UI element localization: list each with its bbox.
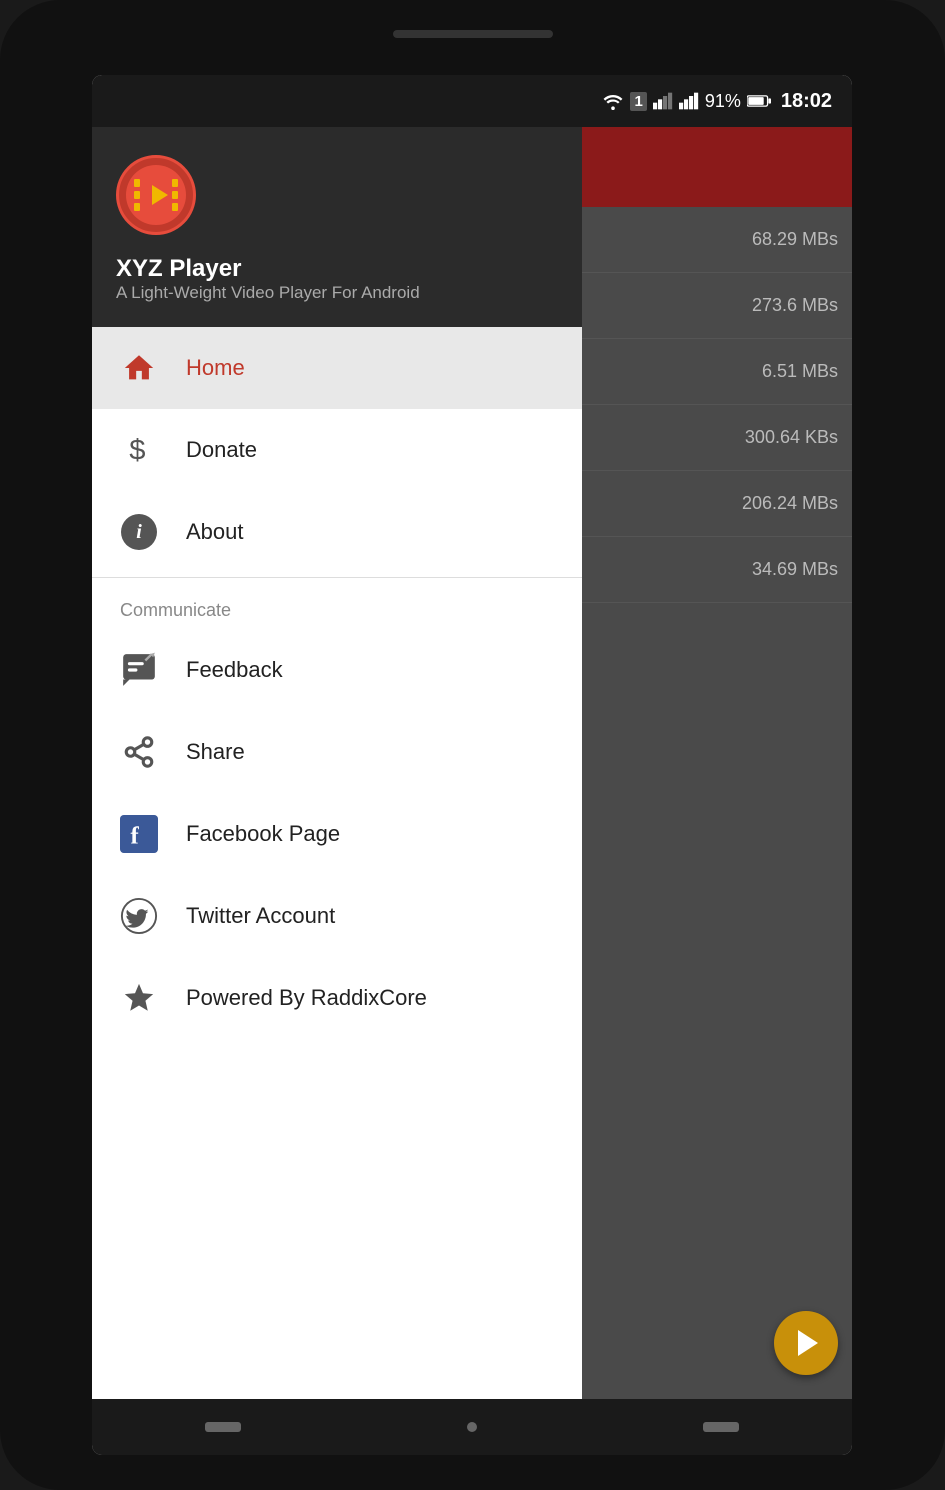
sim-icon: 1 (630, 92, 646, 111)
file-size-2: 273.6 MBs (752, 295, 838, 316)
phone-speaker (393, 30, 553, 38)
nav-label-feedback: Feedback (186, 657, 283, 683)
nav-item-share[interactable]: Share (92, 711, 582, 793)
nav-drawer: XYZ Player A Light-Weight Video Player F… (92, 127, 582, 1399)
status-icons: 1 91% (602, 90, 832, 113)
nav-label-twitter: Twitter Account (186, 903, 335, 929)
app-tagline: A Light-Weight Video Player For Android (116, 283, 558, 303)
file-item-5: 206.24 MBs (582, 471, 852, 537)
feedback-icon (120, 651, 158, 689)
nav-items: Home $ Donate i (92, 327, 582, 1399)
nav-item-feedback[interactable]: Feedback (92, 629, 582, 711)
twitter-icon (120, 897, 158, 935)
share-icon (120, 733, 158, 771)
nav-item-twitter[interactable]: Twitter Account (92, 875, 582, 957)
file-item-1: 68.29 MBs (582, 207, 852, 273)
nav-divider (92, 577, 582, 578)
info-icon: i (120, 513, 158, 551)
fab-play-button[interactable] (774, 1311, 838, 1375)
phone-frame: 1 91% (0, 0, 945, 1490)
bottom-home-button[interactable] (467, 1422, 477, 1432)
status-time: 18:02 (781, 90, 832, 113)
bottom-recents-button[interactable] (703, 1422, 739, 1432)
nav-item-donate[interactable]: $ Donate (92, 409, 582, 491)
screen-content: XYZ Player A Light-Weight Video Player F… (92, 127, 852, 1399)
signal2-icon (679, 92, 699, 110)
file-size-3: 6.51 MBs (762, 361, 838, 382)
dollar-icon: $ (120, 431, 158, 469)
fab-play-icon (798, 1330, 818, 1356)
file-item-4: 300.64 KBs (582, 405, 852, 471)
file-size-1: 68.29 MBs (752, 229, 838, 250)
svg-text:$: $ (129, 435, 145, 467)
nav-label-donate: Donate (186, 437, 257, 463)
main-content: 68.29 MBs 273.6 MBs 6.51 MBs 300.64 KBs … (582, 127, 852, 1399)
nav-label-about: About (186, 519, 244, 545)
nav-label-raddixcore: Powered By RaddixCore (186, 985, 427, 1011)
file-size-6: 34.69 MBs (752, 559, 838, 580)
file-list: 68.29 MBs 273.6 MBs 6.51 MBs 300.64 KBs … (582, 207, 852, 1399)
file-item-3: 6.51 MBs (582, 339, 852, 405)
file-item-6: 34.69 MBs (582, 537, 852, 603)
status-bar: 1 91% (92, 75, 852, 127)
app-info: XYZ Player A Light-Weight Video Player F… (116, 251, 558, 303)
file-size-5: 206.24 MBs (742, 493, 838, 514)
file-item-2: 273.6 MBs (582, 273, 852, 339)
star-icon (120, 979, 158, 1017)
nav-label-home: Home (186, 355, 245, 381)
nav-item-raddixcore[interactable]: Powered By RaddixCore (92, 957, 582, 1039)
facebook-icon: f (120, 815, 158, 853)
app-logo-inner (126, 165, 186, 225)
signal1-icon (653, 92, 673, 110)
app-name: XYZ Player (116, 255, 558, 283)
battery-percent: 91% (705, 91, 741, 112)
file-size-4: 300.64 KBs (745, 427, 838, 448)
app-logo (116, 155, 196, 235)
nav-label-share: Share (186, 739, 245, 765)
bottom-home-bar (92, 1399, 852, 1455)
communicate-section-title: Communicate (92, 582, 582, 629)
film-play-icon (132, 171, 180, 219)
bottom-back-button[interactable] (205, 1422, 241, 1432)
svg-text:f: f (130, 823, 139, 850)
home-icon (120, 349, 158, 387)
nav-label-facebook: Facebook Page (186, 821, 340, 847)
phone-screen: 1 91% (92, 75, 852, 1455)
nav-item-facebook[interactable]: f Facebook Page (92, 793, 582, 875)
drawer-header: XYZ Player A Light-Weight Video Player F… (92, 127, 582, 327)
nav-item-home[interactable]: Home (92, 327, 582, 409)
nav-item-about[interactable]: i About (92, 491, 582, 573)
main-top-bar (582, 127, 852, 207)
wifi-icon (602, 92, 624, 110)
battery-icon (747, 92, 771, 110)
